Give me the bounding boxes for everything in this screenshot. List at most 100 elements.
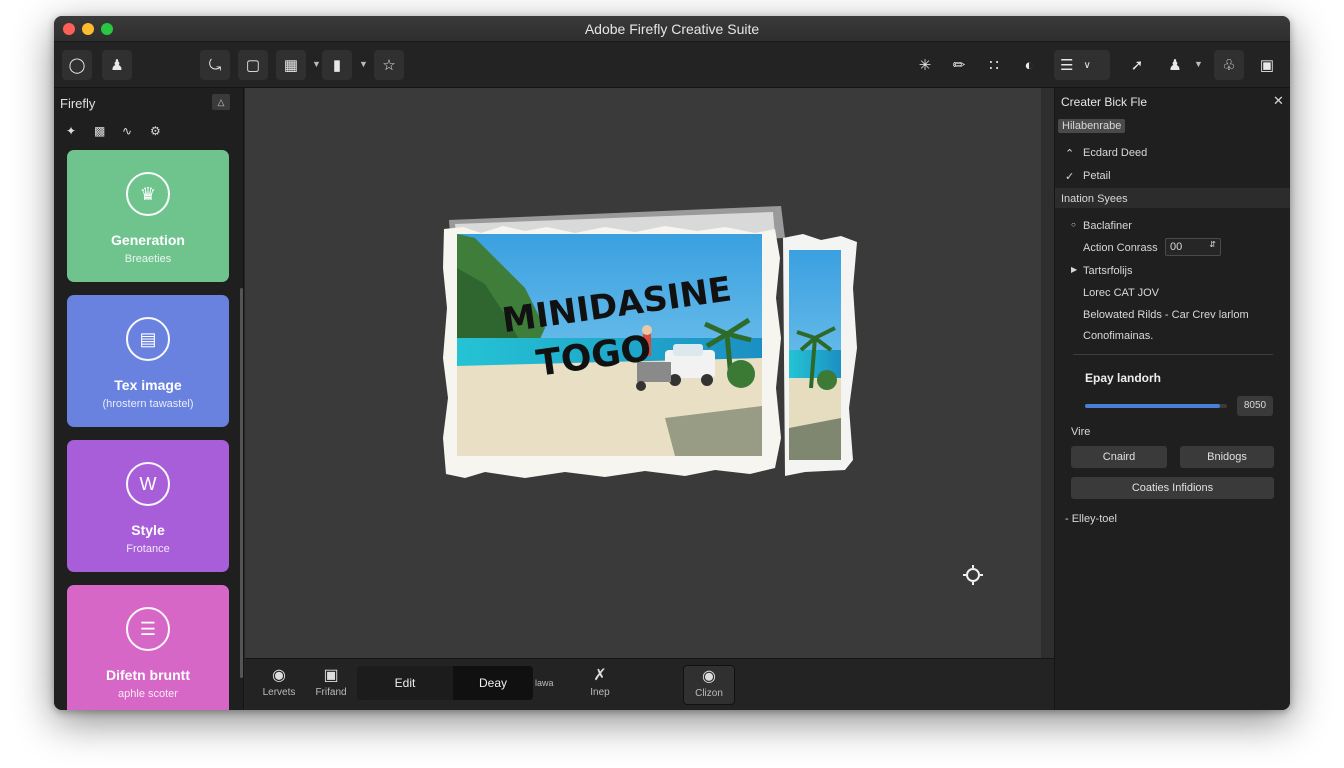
camera-tool[interactable]: ◉ Clizon	[683, 665, 735, 705]
panel-title: Creater Bick Fle	[1061, 95, 1148, 109]
canvas-scrollbar[interactable]	[1041, 88, 1054, 658]
collapse-sidebar-button[interactable]: △	[212, 94, 230, 110]
card-subtitle: aphle scoter	[118, 688, 178, 700]
home-button[interactable]: ◯	[62, 50, 92, 80]
radio-icon[interactable]: ○	[1071, 220, 1076, 229]
slider-track[interactable]	[1085, 404, 1227, 408]
canvas-area[interactable]: MINIDASINE TOGO	[245, 88, 1041, 658]
row-tartsrfolijs[interactable]: Tartsrfolijs	[1083, 265, 1133, 277]
chevron-down-icon[interactable]: ▼	[312, 59, 321, 69]
footer-link[interactable]: - Elley-toel	[1065, 513, 1117, 525]
slider-value[interactable]: 8050	[1237, 396, 1273, 416]
crop-icon: ▢	[245, 57, 261, 74]
arrow-icon: ➚	[1130, 57, 1144, 74]
person-icon: ♟	[1168, 57, 1182, 74]
cnaird-button[interactable]: Cnaird	[1071, 446, 1167, 468]
input-value: 00	[1170, 241, 1183, 253]
left-sidebar: Firefly △ ✦ ▩ ∿ ⚙ ♛ Generation Breaeties ▤ …	[54, 88, 244, 710]
chevron-right-icon[interactable]: ▶	[1071, 265, 1077, 274]
sidebar-icon-row: ✦ ▩ ∿ ⚙	[66, 124, 178, 138]
arrow-button[interactable]: ➚	[1122, 50, 1152, 80]
tool-label: Lervets	[262, 687, 296, 698]
user-button[interactable]: ♟	[102, 50, 132, 80]
row-petail[interactable]: Petail	[1083, 170, 1111, 182]
chat-icon: ♧	[1222, 57, 1236, 74]
effects-button[interactable]: ✳	[910, 50, 940, 80]
row-lorec[interactable]: Lorec CAT JOV	[1083, 287, 1159, 299]
stepper-icon[interactable]: ⇵	[1209, 240, 1216, 249]
folder-button[interactable]: ▮	[322, 50, 352, 80]
settings-icon: ▣	[1259, 57, 1275, 74]
bnidogs-button[interactable]: Bnidogs	[1180, 446, 1274, 468]
image-frame-icon: ▤	[126, 317, 170, 361]
wave-icon[interactable]: ∿	[122, 124, 150, 138]
settings-button[interactable]: ▣	[1252, 50, 1282, 80]
card-subtitle: Breaeties	[124, 253, 172, 265]
grid-icon: ▦	[283, 57, 299, 74]
apps-button[interactable]: ∷	[979, 50, 1009, 80]
slider-label: Epay landorh	[1085, 371, 1162, 385]
card-title: Difetn bruntt	[106, 667, 190, 683]
card-title: Generation	[111, 232, 185, 248]
card-text-image[interactable]: ▤ Tex image (hrostern tawastel)	[67, 295, 229, 427]
chevron-down-icon[interactable]: ▼	[1194, 59, 1203, 69]
card-title: Style	[131, 522, 165, 538]
row-ecdard-deed[interactable]: Ecdard Deed	[1083, 147, 1147, 159]
home-icon: ◯	[68, 57, 86, 74]
chevron-up-icon[interactable]: ⌃	[1065, 147, 1074, 160]
gear-icon[interactable]: ⚙	[150, 124, 178, 138]
pen-button[interactable]: ✏	[944, 50, 974, 80]
chevron-down-icon[interactable]: ▼	[359, 59, 368, 69]
row-baclafiner[interactable]: Baclafiner	[1083, 220, 1132, 232]
card-difetn-bruntt[interactable]: ☰ Difetn bruntt aphle scoter	[67, 585, 229, 710]
card-style[interactable]: W Style Frotance	[67, 440, 229, 572]
coaties-infidions-button[interactable]: Coaties Infidions	[1071, 477, 1274, 499]
layers-tool[interactable]: ◉ Lervets	[259, 665, 299, 698]
folder-icon: ▮	[332, 57, 342, 74]
account-button[interactable]: ♟	[1160, 50, 1190, 80]
menu-icon: ☰	[126, 607, 170, 651]
grid-tool-button[interactable]: ▦	[276, 50, 306, 80]
row-belowated[interactable]: Belowated Rilds - Car Crev larlom	[1083, 309, 1249, 321]
extra-label[interactable]: lawa	[535, 678, 554, 688]
user-icon: ♟	[110, 57, 124, 74]
comments-button[interactable]: ♧	[1214, 50, 1244, 80]
favorite-button[interactable]: ☆	[374, 50, 404, 80]
edit-tab[interactable]: Edit	[357, 666, 453, 700]
info-button[interactable]: ◐	[1014, 50, 1044, 80]
panel-tag[interactable]: Hilabenrabe	[1058, 119, 1126, 133]
properties-panel: Creater Bick Fle ✕ Hilabenrabe ⌃ Ecdard …	[1054, 88, 1290, 710]
globe-icon: ◉	[272, 667, 286, 684]
sidebar-scrollbar[interactable]	[240, 288, 243, 678]
deay-tab[interactable]: Deay	[453, 666, 533, 700]
cut-tool[interactable]: ✗ Inep	[580, 665, 620, 698]
pen-icon: ✏	[952, 57, 966, 74]
scissors-icon: ✗	[593, 667, 607, 684]
magic-wand-icon[interactable]: ✦	[66, 124, 94, 138]
image-icon[interactable]: ▩	[94, 124, 122, 138]
sparkle-icon: ✳	[918, 57, 932, 74]
tool-label: Clizon	[695, 688, 723, 699]
app-window: Adobe Firefly Creative Suite ◯ ♟ ⤿ ▢ ▦ ▼…	[54, 16, 1290, 710]
close-panel-icon[interactable]: ✕	[1273, 93, 1284, 109]
crown-icon: ♛	[126, 172, 170, 216]
list-view-dropdown[interactable]: ☰ ∨	[1054, 50, 1110, 80]
frame-tool[interactable]: ▣ Frifand	[311, 665, 351, 698]
row-conofimainas[interactable]: Conofimainas.	[1083, 330, 1153, 342]
card-subtitle: Frotance	[126, 543, 170, 555]
lasso-tool-button[interactable]: ⤿	[200, 50, 230, 80]
camera-icon: ◉	[702, 668, 716, 685]
action-contrast-input[interactable]: 00 ⇵	[1165, 238, 1221, 256]
sun-cursor-icon[interactable]	[963, 565, 983, 585]
style-icon: W	[126, 462, 170, 506]
window-title: Adobe Firefly Creative Suite	[584, 21, 760, 37]
photo-collage[interactable]: MINIDASINE TOGO	[245, 88, 1041, 658]
list-icon: ☰	[1060, 57, 1074, 74]
card-generation[interactable]: ♛ Generation Breaeties	[67, 150, 229, 282]
card-title: Tex image	[114, 377, 182, 393]
mode-toggle: Edit Deay	[357, 666, 533, 700]
slider-fill	[1085, 404, 1220, 408]
lasso-icon: ⤿	[208, 56, 222, 74]
tool-label: Frifand	[315, 687, 347, 698]
crop-tool-button[interactable]: ▢	[238, 50, 268, 80]
